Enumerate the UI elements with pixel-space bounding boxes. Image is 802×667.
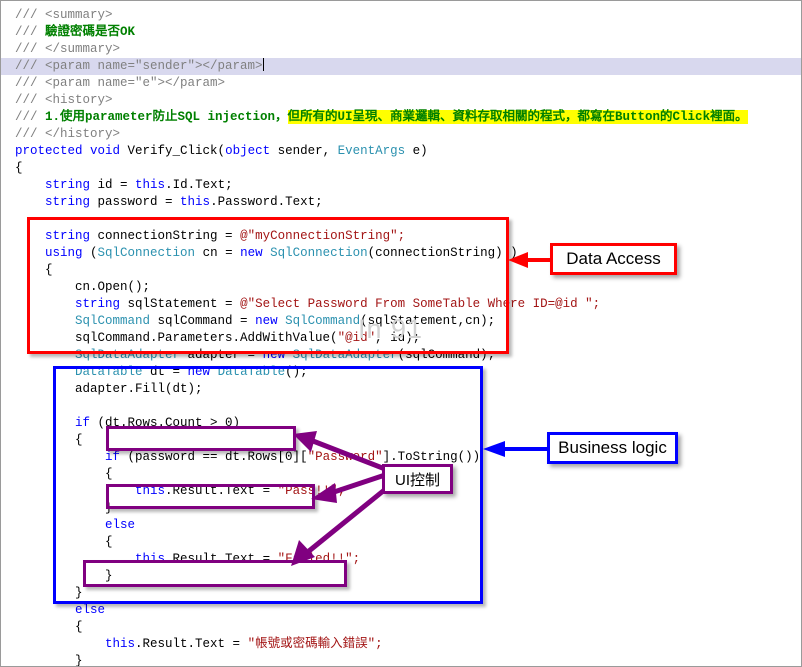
ui-control-label: UI控制 [394, 471, 440, 489]
ui-control-callout: UI控制 [382, 464, 453, 494]
code-token: .Password.Text; [210, 195, 323, 209]
code-token: 但所有的UI呈現、商業邏輯、資料存取相關的程式，都寫在Button的Click裡… [287, 110, 748, 124]
code-token: 驗證密碼是否OK [45, 25, 136, 39]
code-token: this [180, 195, 211, 209]
code-line[interactable]: protected void Verify_Click(object sende… [1, 143, 801, 160]
code-token: /// [15, 127, 46, 141]
code-token: else [75, 603, 106, 617]
code-token: { [15, 161, 23, 175]
code-token: Verify_Click( [127, 144, 226, 158]
ui-control-box-failed [106, 484, 315, 509]
code-token: <param name="e"></param> [45, 76, 226, 90]
code-token: /// [15, 59, 46, 73]
code-token: } [75, 654, 83, 667]
code-token: e) [405, 144, 428, 158]
data-access-label: Data Access [566, 249, 661, 268]
code-token: /// [15, 8, 46, 22]
code-token: { [75, 620, 83, 634]
code-line[interactable]: { [1, 160, 801, 177]
code-token: password = [97, 195, 181, 209]
code-token: /// [15, 93, 46, 107]
code-line[interactable]: { [1, 619, 801, 636]
code-token: /// [15, 76, 46, 90]
code-line[interactable]: /// </summary> [1, 41, 801, 58]
code-line[interactable]: /// <param name="e"></param> [1, 75, 801, 92]
code-token: this [135, 178, 166, 192]
code-token: string [45, 178, 98, 192]
code-token: /// [15, 110, 46, 124]
ui-control-box-error-message [83, 560, 347, 587]
code-line[interactable]: /// <history> [1, 92, 801, 109]
code-token: protected void [15, 144, 128, 158]
text-cursor [262, 58, 264, 71]
code-line[interactable]: /// </history> [1, 126, 801, 143]
code-token: object [225, 144, 278, 158]
code-token: /// [15, 25, 46, 39]
code-line[interactable]: string password = this.Password.Text; [1, 194, 801, 211]
code-line[interactable]: this.Result.Text = "帳號或密碼輸入錯誤"; [1, 636, 801, 653]
code-line[interactable]: /// <param name="sender"></param> [1, 58, 801, 75]
code-screenshot: /// <summary>/// 驗證密碼是否OK/// </summary> /… [0, 0, 802, 667]
data-access-highlight-box [27, 217, 509, 354]
code-token: 1.使用parameter防止SQL injection， [45, 110, 288, 124]
business-logic-label: Business logic [558, 438, 667, 457]
code-token: </history> [45, 127, 121, 141]
code-line[interactable]: /// 1.使用parameter防止SQL injection，但所有的UI呈… [1, 109, 801, 126]
code-token: /// [15, 42, 46, 56]
code-token: this [105, 637, 136, 651]
code-token: <history> [45, 93, 113, 107]
code-token: .Result.Text = [135, 637, 248, 651]
code-token: "帳號或密碼輸入錯誤"; [247, 637, 383, 651]
code-token: <param name="sender"></param> [45, 59, 263, 73]
data-access-callout: Data Access [550, 243, 677, 275]
code-token: EventArgs [337, 144, 406, 158]
code-line[interactable]: else [1, 602, 801, 619]
code-token: .Id.Text; [165, 178, 233, 192]
code-line[interactable]: string id = this.Id.Text; [1, 177, 801, 194]
code-token: string [45, 195, 98, 209]
code-token: <summary> [45, 8, 113, 22]
code-token: </summary> [45, 42, 121, 56]
business-logic-callout: Business logic [547, 432, 678, 464]
code-line[interactable]: /// <summary> [1, 7, 801, 24]
code-line[interactable]: /// 驗證密碼是否OK [1, 24, 801, 41]
code-line[interactable]: } [1, 653, 801, 667]
code-token: id = [97, 178, 136, 192]
code-token: sender, [277, 144, 338, 158]
ui-control-box-pass [106, 426, 296, 451]
